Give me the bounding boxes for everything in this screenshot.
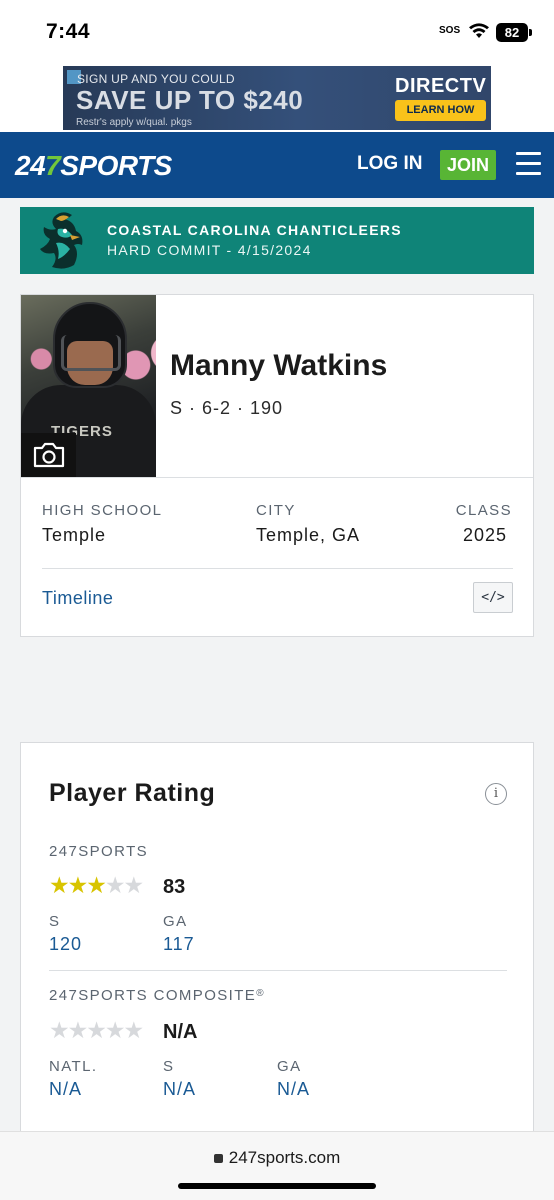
star-empty-icon: ★ <box>123 872 145 898</box>
commitment-banner[interactable]: COASTAL CAROLINA CHANTICLEERS HARD COMMI… <box>20 207 534 274</box>
composite-rank-position-label: S <box>163 1058 175 1075</box>
city-label: CITY <box>256 502 296 519</box>
profile-divider <box>21 477 533 478</box>
logo-part-sports: SPORTS <box>60 150 172 181</box>
class-value: 2025 <box>462 525 507 545</box>
ad-line1: SIGN UP AND YOU COULD <box>77 72 235 86</box>
composite-label-text: 247SPORTS COMPOSITE <box>49 987 257 1004</box>
address-bar[interactable]: 247sports.com <box>0 1148 554 1168</box>
commit-status: HARD COMMIT - 4/15/2024 <box>107 242 312 258</box>
star-empty-icon: ★ <box>104 1017 126 1043</box>
high-school-label: HIGH SCHOOL <box>42 502 163 519</box>
rating-divider <box>49 970 507 971</box>
star-empty-icon: ★ <box>49 1017 70 1043</box>
composite-score: N/A <box>163 1021 198 1043</box>
site-header: 247SPORTS LOG IN JOIN <box>0 132 554 198</box>
hamburger-menu-icon[interactable] <box>516 152 541 176</box>
lock-icon <box>213 1154 223 1163</box>
rank-position-label: S <box>49 913 61 930</box>
rating-title: Player Rating <box>49 779 216 807</box>
247sports-logo[interactable]: 247SPORTS <box>15 150 172 182</box>
url-text: 247sports.com <box>228 1148 341 1167</box>
rank-state-value[interactable]: 117 <box>163 934 195 955</box>
player-profile-card: TIGERS Manny Watkins S · 6-2 · 190 HIGH … <box>20 294 534 637</box>
commit-team-name: COASTAL CAROLINA CHANTICLEERS <box>107 222 402 238</box>
247sports-score: 83 <box>163 876 186 898</box>
join-button[interactable]: JOIN <box>440 150 496 180</box>
star-filled-icon: ★ <box>86 872 107 898</box>
class-label: CLASS <box>455 502 512 519</box>
login-link[interactable]: LOG IN <box>357 153 422 175</box>
composite-rating-label: 247SPORTS COMPOSITE® <box>49 987 265 1004</box>
ad-brand-logo: DIRECTV <box>395 75 487 97</box>
ad-container: SIGN UP AND YOU COULD SAVE UP TO $240 Re… <box>0 64 554 132</box>
wifi-icon <box>469 23 489 38</box>
ad-fine-print: Restr's apply w/qual. pkgs <box>76 117 192 128</box>
composite-rank-position-value[interactable]: N/A <box>163 1079 196 1100</box>
star-empty-icon: ★ <box>86 1017 107 1043</box>
embed-code-button[interactable]: </> <box>473 582 513 613</box>
star-empty-icon: ★ <box>67 1017 89 1043</box>
city-value: Temple, GA <box>256 525 361 545</box>
chanticleer-logo-icon <box>40 212 83 269</box>
ad-headline: SAVE UP TO $240 <box>76 85 304 115</box>
sos-indicator: SOS <box>439 25 461 36</box>
player-position-size: S · 6-2 · 190 <box>170 398 284 418</box>
clock: 7:44 <box>46 20 91 43</box>
star-filled-icon: ★ <box>67 872 89 898</box>
composite-rank-state-label: GA <box>277 1058 302 1075</box>
composite-star-rating: ★★★★★ <box>49 1017 145 1044</box>
ad-learn-how-button[interactable]: LEARN HOW <box>395 100 486 121</box>
247sports-rating-label: 247SPORTS <box>49 843 149 860</box>
star-empty-icon: ★ <box>104 872 126 898</box>
battery-icon: 82 <box>496 23 528 42</box>
star-filled-icon: ★ <box>49 872 70 898</box>
player-rating-card: Player Rating i 247SPORTS ★★★★★ 83 S 120… <box>20 742 534 1142</box>
composite-rank-natl-value[interactable]: N/A <box>49 1079 82 1100</box>
rank-position-value[interactable]: 120 <box>49 934 82 955</box>
camera-icon <box>33 442 65 468</box>
timeline-link[interactable]: Timeline <box>42 588 113 609</box>
photo-gallery-button[interactable] <box>21 433 76 477</box>
photo-facemask <box>61 335 121 371</box>
player-name: Manny Watkins <box>170 349 388 382</box>
247sports-star-rating: ★★★★★ <box>49 872 145 899</box>
high-school-value: Temple <box>42 525 107 545</box>
home-indicator[interactable] <box>178 1183 376 1189</box>
player-photo[interactable]: TIGERS <box>21 295 156 477</box>
rank-state-label: GA <box>163 913 188 930</box>
browser-bottom-bar: 247sports.com <box>0 1131 554 1200</box>
timeline-divider <box>42 568 513 569</box>
registered-mark: ® <box>256 988 265 999</box>
composite-rank-state-value[interactable]: N/A <box>277 1079 310 1100</box>
info-icon[interactable]: i <box>485 783 507 805</box>
star-empty-icon: ★ <box>123 1017 145 1043</box>
composite-rank-natl-label: NATL. <box>49 1058 98 1075</box>
status-bar: 7:44 SOS 82 <box>0 0 554 64</box>
logo-part-24: 24 <box>15 150 46 181</box>
directv-ad[interactable]: SIGN UP AND YOU COULD SAVE UP TO $240 Re… <box>63 66 491 130</box>
battery-tip <box>529 29 532 36</box>
logo-part-7: 7 <box>45 150 61 181</box>
